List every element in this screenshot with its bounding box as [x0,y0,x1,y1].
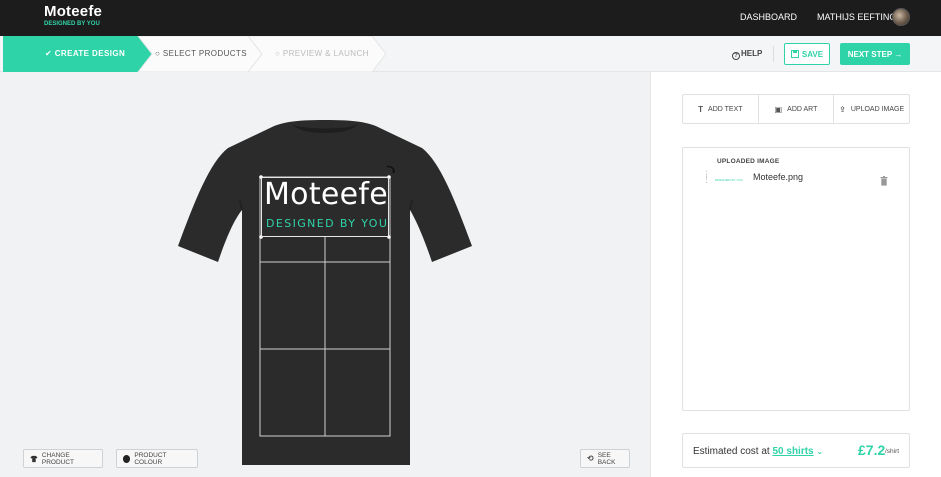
estimated-cost-box: Estimated cost at 50 shirts ⌄ £7.2 /shir… [682,433,910,468]
upload-icon: ⇪ [839,104,846,114]
product-colour-button[interactable]: PRODUCT COLOUR [116,449,198,468]
quantity-dropdown[interactable]: 50 shirts [772,446,813,457]
user-menu[interactable]: MATHIJS EEFTING [817,12,896,22]
cost-unit: /shirt [885,448,900,455]
upload-image-button[interactable]: ⇪ UPLOAD IMAGE [834,95,909,123]
add-text-label: ADD TEXT [708,105,743,113]
design-print-title: Moteefe [264,177,389,212]
see-back-button[interactable]: ⟲ SEE BACK [580,449,630,468]
cost-label: Estimated cost at 50 shirts ⌄ [693,446,823,457]
save-button[interactable]: SAVE [784,43,830,65]
help-button[interactable]: ? HELP [732,49,762,60]
layer-thumbnail[interactable]: DESIGNED BY YOU [715,178,745,183]
next-step-button[interactable]: NEXT STEP → [840,43,910,65]
help-label: HELP [741,49,763,58]
add-art-label: ADD ART [787,105,818,113]
add-art-button[interactable]: ▣ ADD ART [759,95,835,123]
tshirt-icon [30,455,38,462]
save-label: SAVE [801,49,824,59]
layers-panel: UPLOADED IMAGE ⋮ ⋮ DESIGNED BY YOU Moteef… [682,147,910,411]
cost-price: £7.2 [858,442,886,458]
dashboard-link[interactable]: DASHBOARD [740,12,797,22]
add-text-button[interactable]: T ADD TEXT [683,95,759,123]
floppy-icon [790,50,799,58]
trash-icon[interactable] [880,176,888,186]
design-tools: T ADD TEXT ▣ ADD ART ⇪ UPLOAD IMAGE [682,94,910,124]
upload-image-label: UPLOAD IMAGE [850,105,905,113]
product-colour-label: PRODUCT COLOUR [134,451,167,466]
layers-title: UPLOADED IMAGE [717,158,780,165]
drag-handle-icon[interactable]: ⋮ ⋮ [702,170,711,184]
divider [773,46,774,62]
cost-label-text: Estimated cost at [693,446,770,457]
design-print-subtitle: DESIGNED BY YOU [266,217,389,230]
flip-icon: ⟲ [587,454,594,463]
print-area-grid [259,175,391,437]
chevron-down-icon[interactable]: ⌄ [816,447,823,456]
text-icon: T [698,104,704,114]
help-icon: ? [732,52,740,60]
art-icon: ▣ [774,104,783,114]
rotate-handle-icon[interactable] [384,164,396,176]
change-product-label: CHANGE PRODUCT [41,451,75,466]
avatar[interactable] [892,8,910,26]
layer-file-name[interactable]: Moteefe.png [753,172,803,182]
next-step-label: NEXT STEP → [847,49,903,59]
see-back-label: SEE BACK [597,451,616,466]
change-product-button[interactable]: CHANGE PRODUCT [23,449,103,468]
colour-swatch-icon [123,454,131,463]
